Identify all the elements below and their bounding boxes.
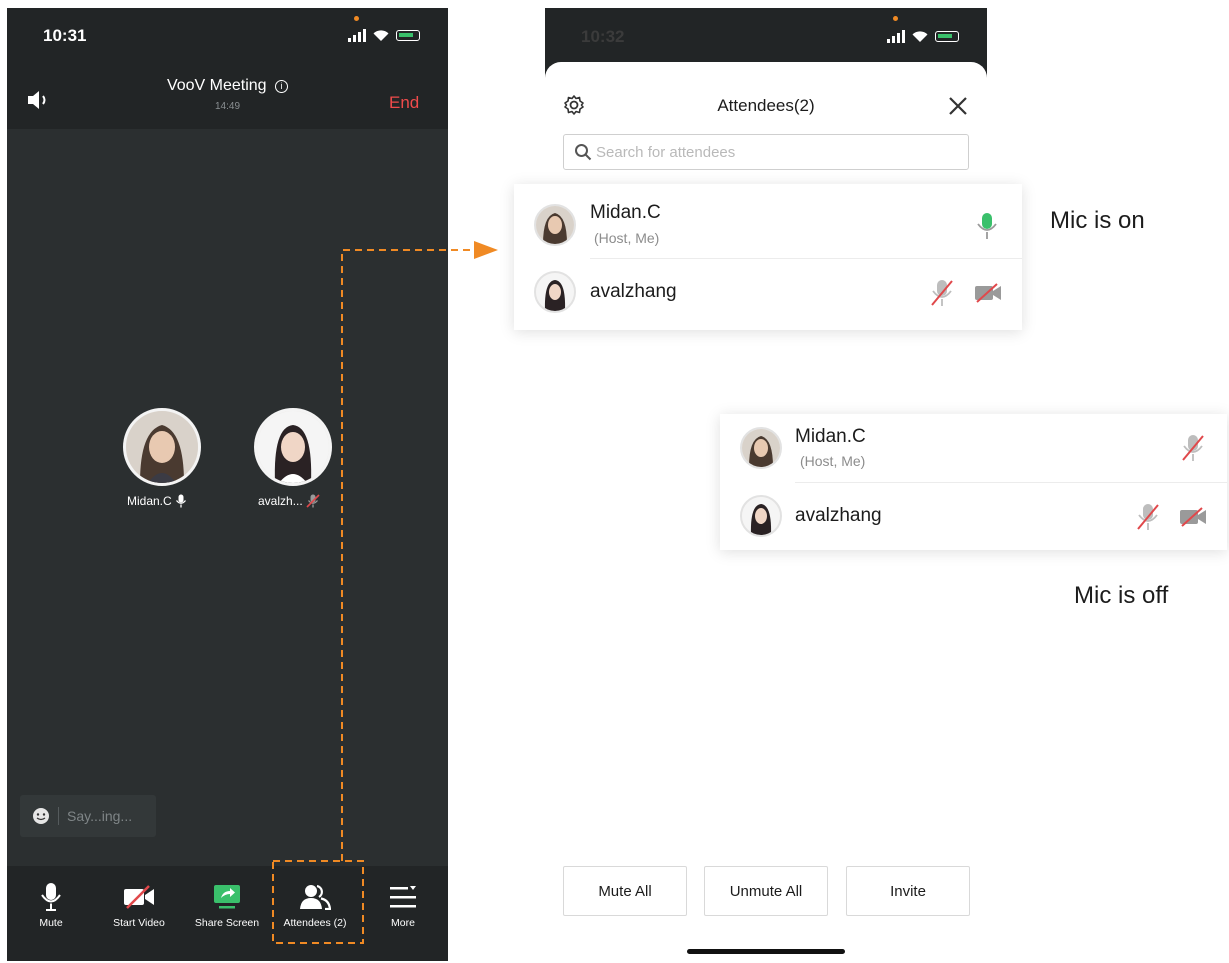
participant-name: Midan.C xyxy=(127,494,172,508)
attendees-icon xyxy=(300,884,331,910)
avatar xyxy=(534,204,576,246)
video-off-icon[interactable] xyxy=(1179,507,1207,527)
mic-icon xyxy=(41,883,61,911)
status-bar: 10:31 xyxy=(7,8,448,63)
mute-button[interactable]: Mute xyxy=(7,881,95,929)
mic-off-icon[interactable] xyxy=(1136,503,1160,531)
sheet-title: Attendees(2) xyxy=(717,96,815,115)
share-screen-button[interactable]: Share Screen xyxy=(183,881,271,929)
signal-icon xyxy=(348,29,366,42)
divider xyxy=(58,807,59,825)
mic-off-icon[interactable] xyxy=(930,279,954,307)
person-photo xyxy=(536,273,574,311)
person-photo xyxy=(126,411,198,483)
participant-tile-label: avalzh... xyxy=(258,494,320,508)
status-icons xyxy=(348,28,420,42)
caption-mic-on: Mic is on xyxy=(1050,207,1145,234)
person-photo xyxy=(536,206,574,244)
more-button[interactable]: More xyxy=(359,881,447,929)
meeting-title[interactable]: VooV Meeting i xyxy=(7,77,448,95)
wifi-icon xyxy=(912,31,928,42)
divider xyxy=(795,482,1227,483)
callout-mic-off: Midan.C (Host, Me) avalzhang xyxy=(720,414,1227,550)
divider xyxy=(590,258,1022,259)
mic-off-icon[interactable] xyxy=(1181,434,1205,462)
more-icon xyxy=(390,886,416,908)
wifi-icon xyxy=(373,30,389,41)
home-indicator xyxy=(687,949,845,954)
toolbar-label: More xyxy=(391,917,415,929)
battery-icon xyxy=(935,31,959,42)
chat-placeholder: Say...ing... xyxy=(67,808,133,824)
unmute-all-button[interactable]: Unmute All xyxy=(704,866,828,916)
meeting-screen: 10:31 VooV Meeting i 14:49 End Midan.C a… xyxy=(7,8,448,961)
attendee-role: (Host, Me) xyxy=(594,230,660,246)
toolbar-label: Mute xyxy=(39,917,63,929)
arrow-head xyxy=(474,241,498,259)
attendee-name: Midan.C xyxy=(795,426,866,447)
avatar xyxy=(534,271,576,313)
status-icons xyxy=(887,29,959,43)
search-placeholder: Search for attendees xyxy=(596,143,736,161)
search-icon xyxy=(575,144,592,161)
avatar xyxy=(740,495,782,537)
close-icon[interactable] xyxy=(948,96,968,116)
mic-in-use-dot xyxy=(354,16,359,21)
share-screen-icon xyxy=(214,885,240,909)
mic-off-icon xyxy=(306,494,320,508)
avatar xyxy=(740,427,782,469)
signal-icon xyxy=(887,30,905,43)
mute-all-button[interactable]: Mute All xyxy=(563,866,687,916)
search-input[interactable]: Search for attendees xyxy=(563,134,969,170)
caption-mic-off: Mic is off xyxy=(1074,582,1169,609)
callout-mic-on: Midan.C (Host, Me) avalzhang xyxy=(514,184,1022,330)
person-photo xyxy=(742,497,780,535)
chat-input[interactable]: Say...ing... xyxy=(20,795,156,837)
mic-on-icon xyxy=(175,494,186,508)
avatar[interactable] xyxy=(254,408,332,486)
app-title: VooV Meeting xyxy=(166,77,267,94)
mic-on-icon[interactable] xyxy=(976,212,998,240)
attendee-name: Midan.C xyxy=(590,202,661,223)
status-time: 10:31 xyxy=(43,26,87,45)
meeting-duration: 14:49 xyxy=(214,101,241,112)
toolbar-label: Share Screen xyxy=(194,917,260,929)
info-icon[interactable]: i xyxy=(275,80,289,93)
toolbar-label: Start Video xyxy=(113,917,165,929)
emoji-icon[interactable] xyxy=(32,807,50,825)
status-time: 10:32 xyxy=(581,27,625,46)
mic-in-use-dot xyxy=(893,16,898,21)
attendees-button[interactable]: Attendees (2) xyxy=(271,881,359,929)
battery-icon xyxy=(396,30,420,41)
end-button[interactable]: End xyxy=(389,93,419,113)
start-video-button[interactable]: Start Video xyxy=(95,881,183,929)
attendee-name: avalzhang xyxy=(795,505,882,526)
meeting-header xyxy=(7,63,448,129)
video-off-icon[interactable] xyxy=(974,283,1002,303)
attendee-name: avalzhang xyxy=(590,281,677,302)
meeting-toolbar: Mute Start Video Share Screen Attendees … xyxy=(7,866,448,961)
person-photo xyxy=(742,429,780,467)
attendee-role: (Host, Me) xyxy=(800,453,866,469)
avatar[interactable] xyxy=(123,408,201,486)
video-off-icon xyxy=(124,885,154,909)
participant-name: avalzh... xyxy=(258,494,303,508)
invite-button[interactable]: Invite xyxy=(846,866,970,916)
toolbar-label: Attendees (2) xyxy=(283,917,347,929)
person-photo xyxy=(257,411,329,483)
participant-tile-label: Midan.C xyxy=(127,494,187,508)
